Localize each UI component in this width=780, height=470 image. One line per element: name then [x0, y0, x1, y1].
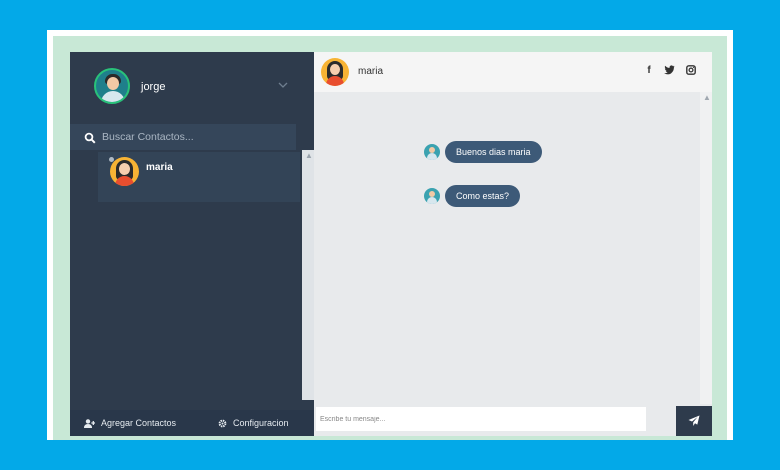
chat-app: jorge maria ▲ — [70, 52, 712, 436]
instagram-icon[interactable] — [685, 65, 697, 77]
message-avatar — [424, 144, 440, 160]
settings-label: Configuracion — [233, 418, 289, 428]
message-scrollbar[interactable]: ▲ — [700, 92, 712, 404]
chat-contact-avatar — [321, 58, 349, 86]
add-user-icon — [84, 418, 95, 428]
add-contacts-button[interactable]: Agregar Contactos — [84, 410, 194, 436]
contact-list-scrollbar[interactable]: ▲ — [302, 150, 314, 400]
user-avatar — [94, 68, 130, 104]
message-avatar — [424, 188, 440, 204]
user-name: jorge — [141, 81, 166, 93]
contact-avatar — [110, 157, 139, 186]
chat-contact-name: maria — [358, 66, 384, 77]
chevron-down-icon[interactable] — [278, 80, 290, 92]
search-input[interactable] — [102, 128, 282, 146]
settings-button[interactable]: Configuracion — [218, 410, 310, 436]
contact-name: maria — [146, 162, 173, 173]
contact-list: maria — [98, 152, 300, 202]
contact-item[interactable]: maria — [98, 152, 300, 202]
search-icon — [84, 131, 96, 144]
paper-plane-icon — [688, 415, 700, 426]
scroll-up-icon[interactable]: ▲ — [305, 151, 313, 160]
scroll-up-icon[interactable]: ▲ — [703, 93, 711, 102]
contact-search — [70, 124, 296, 150]
status-dot — [109, 157, 114, 162]
sidebar-footer: Agregar Contactos Configuracion — [70, 410, 314, 436]
message-composer — [314, 404, 712, 436]
send-button[interactable] — [676, 406, 712, 436]
message-input[interactable] — [316, 407, 646, 431]
twitter-icon[interactable] — [663, 65, 675, 77]
chat-header: maria f — [314, 52, 712, 92]
message-bubble: Como estas? — [445, 185, 521, 207]
message-list: Buenos dias maria Como estas? — [314, 92, 700, 404]
gear-icon — [218, 419, 227, 427]
add-contacts-label: Agregar Contactos — [101, 418, 177, 428]
facebook-icon[interactable]: f — [643, 65, 655, 77]
message-bubble: Buenos dias maria — [445, 141, 542, 163]
user-profile[interactable]: jorge — [70, 52, 314, 122]
sidebar: jorge maria ▲ — [70, 52, 314, 436]
